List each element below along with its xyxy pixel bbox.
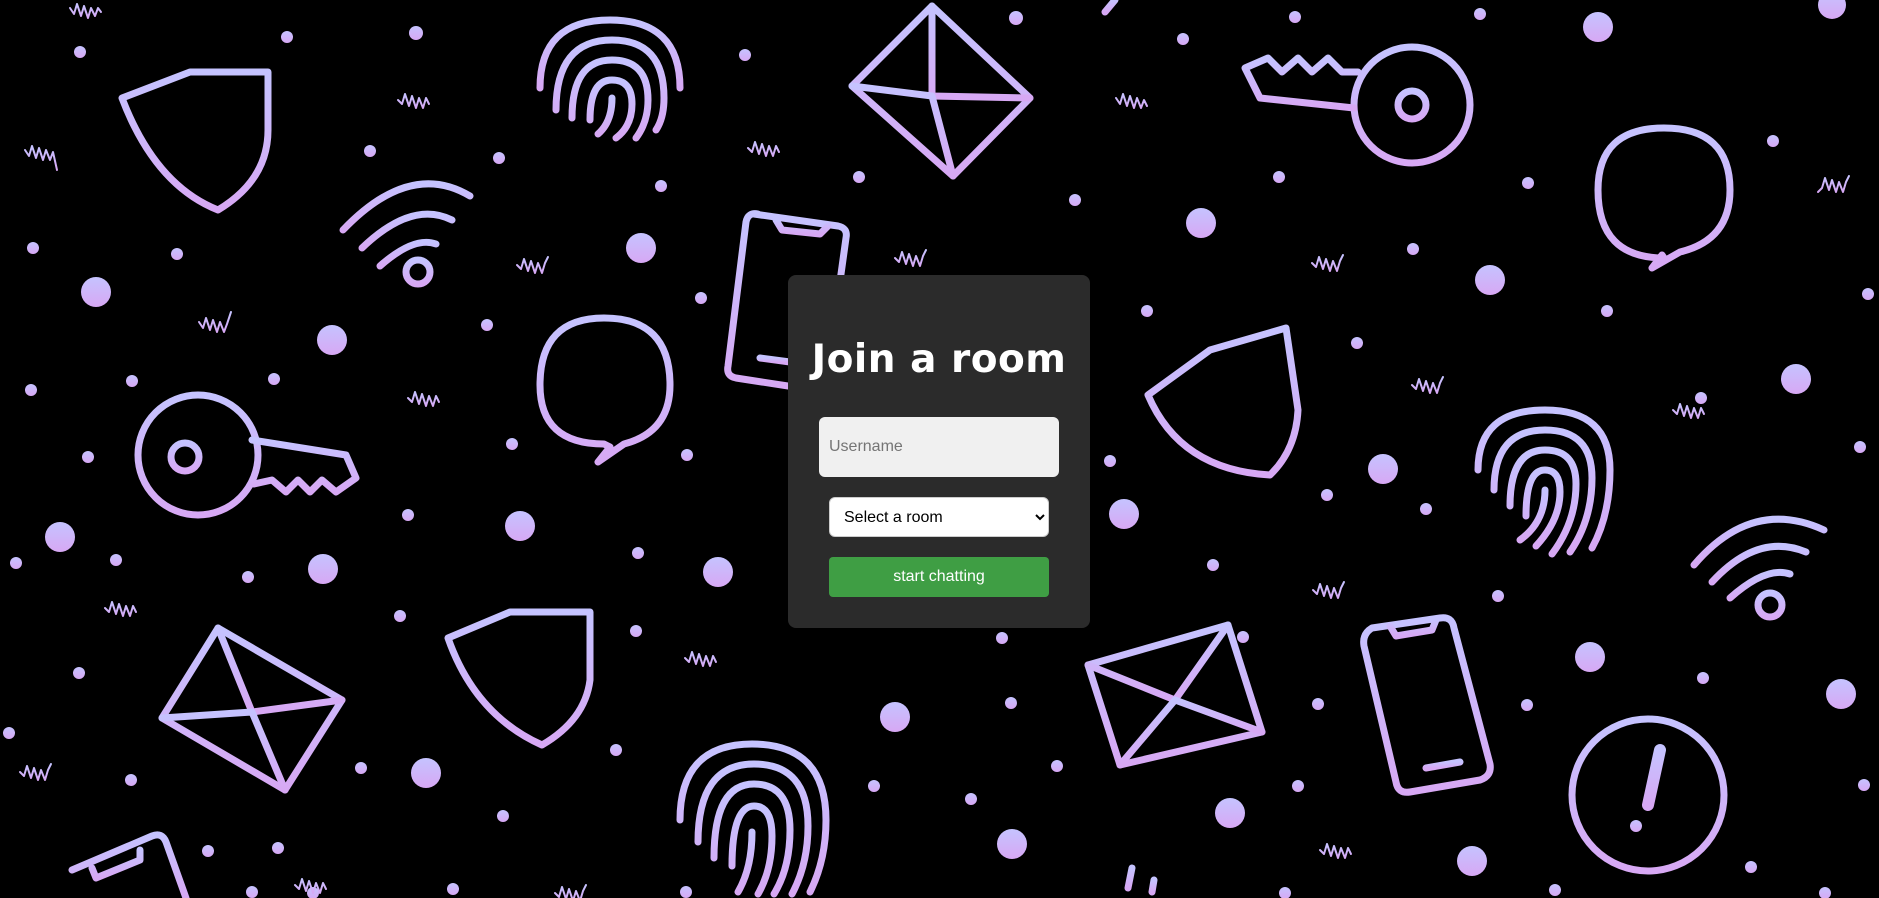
shield-icon xyxy=(1144,324,1302,479)
speech-bubble-icon xyxy=(1594,124,1734,272)
smartphone-icon xyxy=(1360,614,1494,796)
room-select[interactable]: Select a room xyxy=(829,497,1049,537)
smartphone-icon xyxy=(68,831,190,898)
start-chatting-button[interactable]: start chatting xyxy=(829,557,1049,597)
fingerprint-icon xyxy=(1474,406,1614,558)
speech-bubble-icon xyxy=(536,314,674,466)
envelope-icon xyxy=(158,624,346,794)
join-room-card: Join a room Select a room start chatting xyxy=(788,275,1090,628)
fingerprint-icon xyxy=(676,740,830,898)
shield-icon xyxy=(118,68,272,214)
key-icon xyxy=(1241,43,1474,167)
join-room-title: Join a room xyxy=(811,337,1067,382)
wifi-icon xyxy=(339,180,474,288)
alert-icon xyxy=(1568,715,1728,875)
wifi-icon xyxy=(1690,515,1828,621)
username-input[interactable] xyxy=(819,417,1059,477)
shield-icon xyxy=(444,608,594,749)
envelope-icon xyxy=(848,2,1034,180)
key-icon xyxy=(134,391,360,519)
fingerprint-icon xyxy=(536,16,684,142)
envelope-icon xyxy=(1084,621,1266,769)
